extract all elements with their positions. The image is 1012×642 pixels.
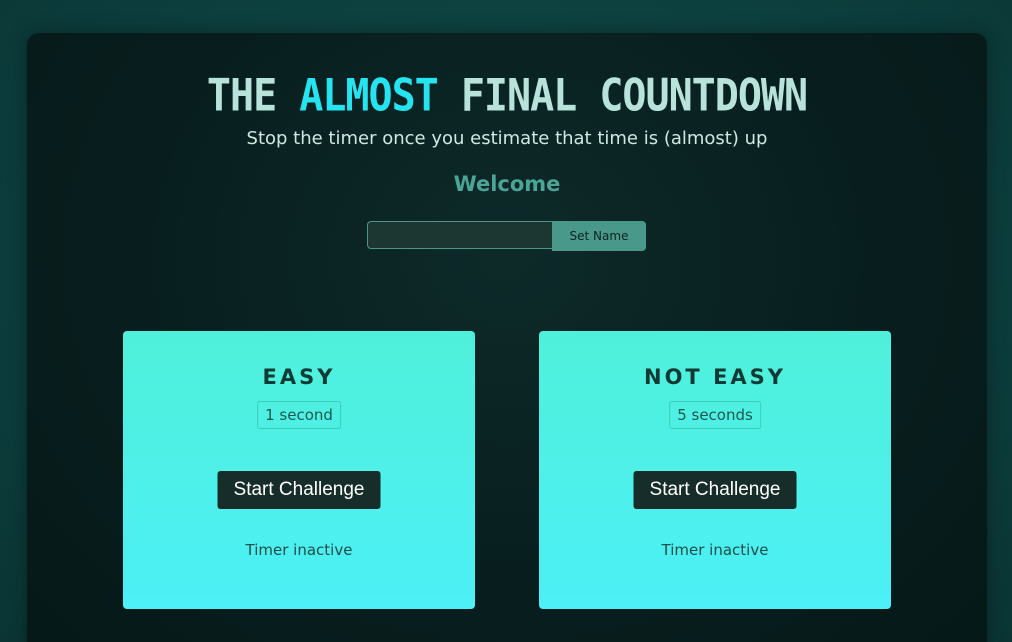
welcome-heading: Welcome	[453, 172, 561, 196]
challenge-duration: 5 seconds	[669, 401, 761, 429]
title-part-2: FINAL COUNTDOWN	[437, 70, 808, 122]
challenge-card-not-easy: NOT EASY 5 seconds Start Challenge Timer…	[539, 331, 891, 609]
challenge-title: NOT EASY	[644, 365, 786, 389]
page-subtitle: Stop the timer once you estimate that ti…	[246, 128, 768, 149]
challenge-title: EASY	[262, 365, 336, 389]
timer-status: Timer inactive	[661, 541, 769, 559]
timer-status: Timer inactive	[245, 541, 353, 559]
name-input[interactable]	[367, 221, 552, 249]
challenge-duration: 1 second	[257, 401, 341, 429]
challenge-card-easy: EASY 1 second Start Challenge Timer inac…	[123, 331, 475, 609]
name-form: Set Name	[367, 221, 646, 251]
page-title: THE ALMOST FINAL COUNTDOWN	[27, 68, 987, 124]
set-name-button[interactable]: Set Name	[552, 221, 646, 251]
start-challenge-button-easy[interactable]: Start Challenge	[217, 471, 381, 509]
start-challenge-button-not-easy[interactable]: Start Challenge	[633, 471, 797, 509]
main-panel: THE ALMOST FINAL COUNTDOWN Stop the time…	[27, 33, 987, 642]
title-part-1: THE	[206, 70, 300, 122]
title-highlight: ALMOST	[299, 70, 438, 122]
